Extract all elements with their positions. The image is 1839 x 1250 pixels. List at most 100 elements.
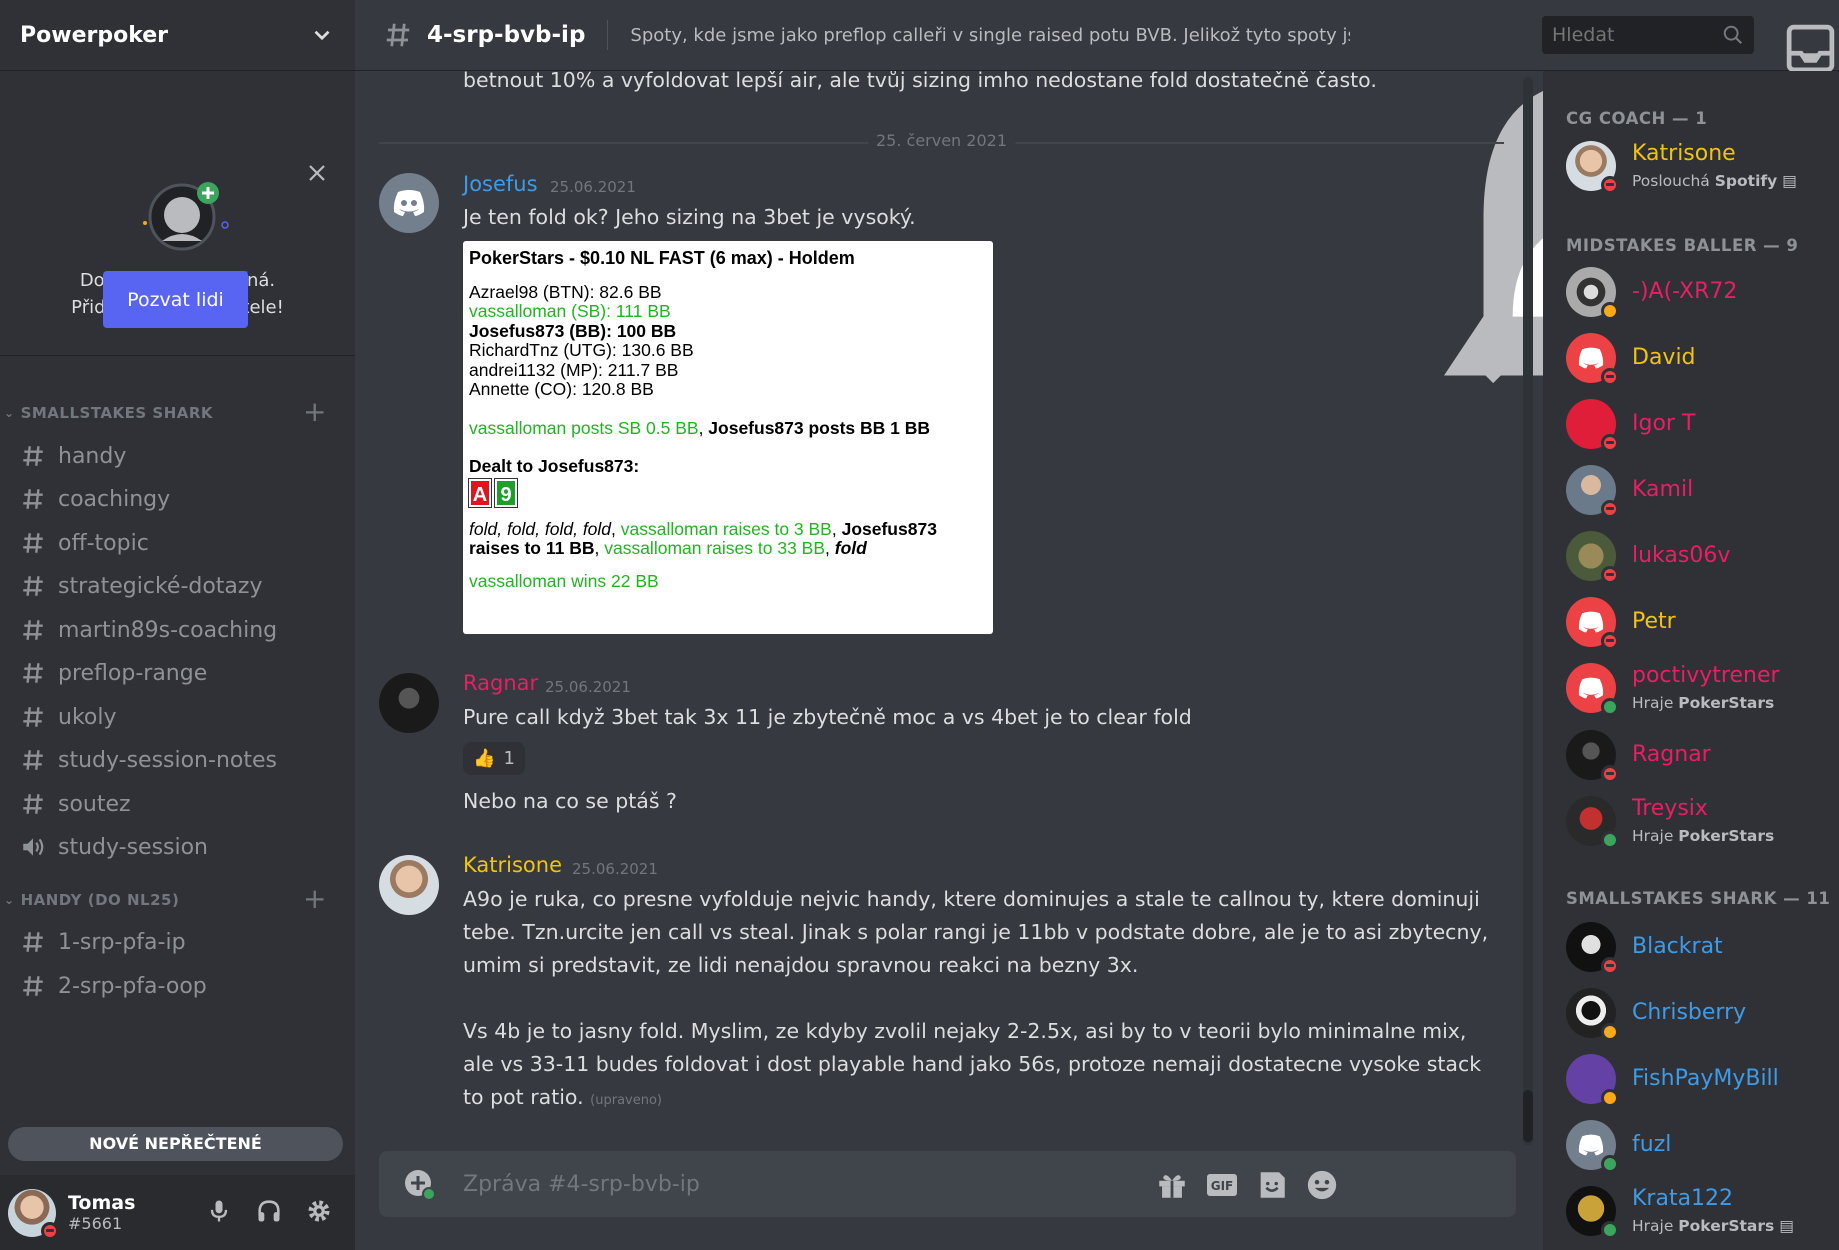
member-kamil[interactable]: Kamil [1566,465,1836,518]
hand-action-separator: , [611,518,621,539]
settings-gear-icon[interactable] [305,1197,333,1225]
hand-action-hero-raise: raises to 11 BB [469,538,595,558]
avatar-katrisone[interactable] [379,855,439,915]
message-author[interactable]: Josefus [463,172,538,196]
member-poctivytrener[interactable]: poctivytrener Hraje PokerStars [1566,663,1836,716]
hand-player-4: RichardTnz (UTG): 130.6 BB [469,340,694,360]
message-text-followup: Nebo na co se ptáš ? [463,789,677,813]
member-blackrat[interactable]: Blackrat [1566,922,1836,975]
category-handy-do-nl25[interactable]: ⌄ HANDY (DO NL25) + [0,885,355,915]
message-input[interactable] [463,1168,1263,1200]
hash-icon [23,707,43,727]
member-lukas06v[interactable]: lukas06v [1566,531,1836,584]
add-attachment-icon[interactable] [403,1168,437,1202]
add-channel-icon[interactable]: + [303,398,327,426]
member-activity: Hraje PokerStars [1632,694,1774,712]
hash-icon [23,533,43,553]
add-channel-icon[interactable]: + [303,885,327,913]
online-status-icon [1601,1221,1619,1239]
reaction-thumbs-up[interactable]: 👍 1 [463,742,525,775]
voice-channel-study-session[interactable]: study-session [8,825,345,869]
member-treysix[interactable]: Treysix Hraje PokerStars [1566,796,1836,849]
hash-icon [23,976,43,996]
user-tag: #5661 [68,1214,123,1233]
hash-icon [386,23,410,47]
member-xr72[interactable]: -)A(-XR72 [1566,267,1836,320]
member-avatar [1566,1054,1619,1107]
member-chrisberry[interactable]: Chrisberry [1566,988,1836,1041]
invite-people-button[interactable]: Pozvat lidi [103,271,248,328]
channel-coachingy[interactable]: coachingy [8,477,345,521]
category-name: HANDY (DO NL25) [20,891,180,909]
message-timestamp: 25.06.2021 [550,178,636,196]
member-krata122[interactable]: Krata122 Hraje PokerStars ▤ [1566,1186,1836,1239]
message-list: betnout 10% a vyfoldovat lepší air, ale … [355,71,1535,1151]
member-katrisone[interactable]: Katrisone Poslouchá Spotify ▤ [1566,141,1836,194]
member-group-title: SMALLSTAKES SHARK — 11 [1566,889,1831,908]
caret-down-icon: ⌄ [4,893,15,907]
member-petr[interactable]: Petr [1566,597,1836,650]
member-david[interactable]: David [1566,333,1836,386]
thumbs-up-icon: 👍 [473,748,496,769]
hand-player-2: vassalloman (SB): 111 BB [469,301,671,321]
dnd-status-icon [1601,566,1619,584]
gift-icon[interactable] [1155,1168,1189,1202]
channel-1-srp-pfa-ip[interactable]: 1-srp-pfa-ip [8,920,345,964]
category-smallstakes-shark[interactable]: ⌄ SMALLSTAKES SHARK + [0,398,355,428]
inbox-icon[interactable] [1782,20,1839,77]
hand-player-1: Azrael98 (BTN): 82.6 BB [469,281,662,302]
friends-illustration-icon [143,182,229,251]
avatar-ragnar[interactable] [379,673,439,733]
channel-study-session-notes[interactable]: study-session-notes [8,738,345,782]
member-ragnar[interactable]: Ragnar [1566,730,1836,783]
microphone-icon[interactable] [205,1197,233,1225]
headphones-icon[interactable] [255,1197,283,1225]
member-name: Kamil [1632,477,1694,502]
channel-soutez[interactable]: soutez [8,782,345,826]
channel-2-srp-pfa-oop[interactable]: 2-srp-pfa-oop [8,964,345,1008]
new-unread-button[interactable]: NOVÉ NEPŘEČTENÉ [8,1127,343,1161]
sticker-icon[interactable] [1255,1168,1289,1202]
search-icon[interactable] [1722,24,1744,46]
close-icon[interactable] [307,163,327,183]
channel-label: study-session [58,834,209,860]
message-author[interactable]: Katrisone [463,853,562,877]
channel-ukoly[interactable]: ukoly [8,695,345,739]
channel-martin89s-coaching[interactable]: martin89s-coaching [8,608,345,652]
channel-handy[interactable]: handy [8,434,345,478]
member-fishpaymybill[interactable]: FishPayMyBill [1566,1054,1836,1107]
gif-icon[interactable]: GIF [1205,1168,1239,1202]
hand-history-image[interactable]: PokerStars - $0.10 NL FAST (6 max) - Hol… [463,241,993,634]
chat-scrollbar-track[interactable] [1523,77,1533,1145]
channel-label: study-session-notes [58,747,277,773]
member-fuzl[interactable]: fuzl [1566,1120,1836,1173]
member-igor-t[interactable]: Igor T [1566,399,1836,452]
user-avatar[interactable] [8,1188,59,1240]
member-avatar [1566,531,1619,584]
channel-preflop-range[interactable]: preflop-range [8,651,345,695]
member-activity: Hraje PokerStars ▤ [1632,1217,1794,1235]
channel-topic[interactable]: Spoty, kde jsme jako preflop calleři v s… [630,25,1350,46]
member-name: Blackrat [1632,934,1723,959]
channel-strategicke-dotazy[interactable]: strategické-dotazy [8,564,345,608]
avatar-josefus[interactable] [379,173,439,233]
emoji-icon[interactable] [1305,1168,1339,1202]
message-author[interactable]: Ragnar [463,671,538,695]
card-9: 9 [494,477,518,508]
card-a: A [468,477,492,508]
member-name: -)A(-XR72 [1632,279,1738,304]
server-header[interactable]: Powerpoker [0,0,355,71]
message-text-last: to pot ratio. (upraveno) [463,1081,662,1117]
chevron-down-icon[interactable] [309,22,335,48]
dnd-status-icon [1601,176,1619,194]
hand-posts: vassalloman posts SB 0.5 BB, Josefus873 … [469,418,987,439]
member-name: poctivytrener [1632,663,1780,688]
channel-label: coachingy [58,486,171,512]
chat-scrollbar-thumb[interactable] [1523,1090,1533,1142]
activity-name: PokerStars [1678,827,1775,845]
channel-off-topic[interactable]: off-topic [8,521,345,565]
date-separator: 25. červen 2021 [379,131,1504,150]
dnd-status-icon [1601,957,1619,975]
idle-status-icon [1601,1023,1619,1041]
hash-icon [23,794,43,814]
